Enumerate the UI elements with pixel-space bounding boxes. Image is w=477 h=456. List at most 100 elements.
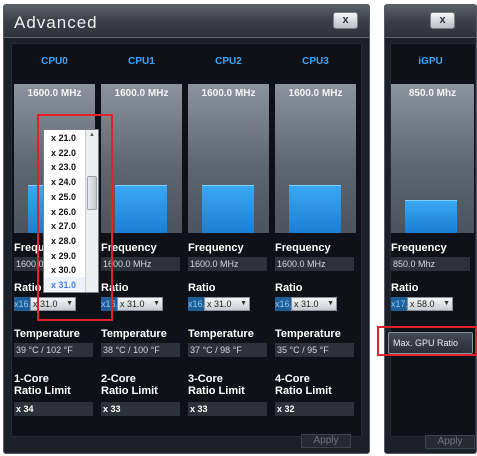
ratio-limit-value: x 33 (101, 402, 180, 416)
dropdown-option[interactable]: x 22.0 (51, 148, 76, 158)
gpu-panel: iGPU 850.0 Mhz Frequency 850.0 Mhz Ratio… (388, 43, 476, 437)
temperature-label: Temperature (101, 328, 167, 340)
ratio-limit-label: Ratio Limit (275, 385, 332, 397)
core-limit-label: 2-Core (101, 373, 136, 385)
frequency-label: Frequency (101, 242, 157, 254)
dropdown-option[interactable]: x 28.0 (51, 236, 76, 246)
dropdown-option[interactable]: x 29.0 (51, 251, 76, 261)
window-title: Advanced (14, 13, 98, 32)
ratio-select[interactable]: x 31.0 ▼ (204, 297, 250, 311)
ratio-dropdown-list[interactable]: ▲ x 21.0 x 22.0 x 23.0 x 24.0 x 25.0 x 26.0 x … (43, 129, 99, 293)
gpu-ratio-current: x17.0 (391, 297, 407, 311)
cpu-column-3: CPU3 1600.0 MHz Frequency 1600.0 MHz Rat… (273, 44, 358, 436)
cpu-column-1: CPU1 1600.0 MHz Frequency 1600.0 MHz Rat… (99, 44, 184, 436)
dropdown-option[interactable]: x 31.0 (51, 280, 76, 290)
dropdown-option[interactable]: x 26.0 (51, 207, 76, 217)
ratio-current: x16.0 (14, 297, 30, 311)
chevron-down-icon: ▼ (443, 300, 450, 307)
dropdown-scrollbar[interactable]: ▲ (85, 130, 98, 292)
gpu-gauge-bar (405, 200, 457, 233)
cpu-name: CPU0 (41, 56, 68, 67)
temperature-value: 35 °C / 95 °F (275, 343, 354, 357)
ratio-limit-value: x 34 (14, 402, 93, 416)
scrollbar-thumb[interactable] (87, 176, 97, 210)
gpu-column: iGPU 850.0 Mhz Frequency 850.0 Mhz Ratio… (391, 44, 476, 436)
cpu-gauge-bar (202, 185, 254, 233)
cpu-name: CPU3 (302, 56, 329, 67)
cpu-gauge-bar (289, 185, 341, 233)
core-limit-label: 3-Core (188, 373, 223, 385)
dropdown-option[interactable]: x 27.0 (51, 221, 76, 231)
temperature-value: 38 °C / 100 °F (101, 343, 180, 357)
temperature-value: 37 °C / 98 °F (188, 343, 267, 357)
scroll-up-icon[interactable]: ▲ (86, 132, 98, 138)
gpu-frequency-label: Frequency (391, 242, 447, 254)
chevron-down-icon: ▼ (66, 300, 73, 307)
gpu-window: x iGPU 850.0 Mhz Frequency 850.0 Mhz Rat… (384, 4, 477, 454)
frequency-label: Frequency (275, 242, 331, 254)
chevron-down-icon: ▼ (153, 300, 160, 307)
cpu-gauge-label: 1600.0 MHz (201, 88, 256, 99)
gpu-gauge: 850.0 Mhz (391, 84, 474, 233)
gpu-ratio-row: x17.0 x 58.0 ▼ (391, 297, 470, 311)
dropdown-option[interactable]: x 30.0 (51, 265, 76, 275)
ratio-limit-label: Ratio Limit (14, 385, 71, 397)
ratio-selected-value: x 31.0 (207, 299, 232, 309)
gpu-frequency-value: 850.0 Mhz (391, 257, 470, 271)
ratio-limit-value: x 33 (188, 402, 267, 416)
ratio-select[interactable]: x 31.0 ▼ (30, 297, 76, 311)
cpu-gauge: 1600.0 MHz (275, 84, 356, 233)
ratio-label: Ratio (275, 282, 303, 294)
ratio-limit-label: Ratio Limit (188, 385, 245, 397)
max-gpu-ratio-button[interactable]: Max. GPU Ratio (388, 332, 473, 354)
dropdown-option[interactable]: x 24.0 (51, 177, 76, 187)
ratio-current: x16.0 (275, 297, 291, 311)
frequency-value: 1600.0 MHz (101, 257, 180, 271)
gpu-ratio-selected-value: x 58.0 (410, 299, 435, 309)
cpu-name: CPU1 (128, 56, 155, 67)
ratio-current: x16.0 (188, 297, 204, 311)
ratio-label: Ratio (188, 282, 216, 294)
gpu-title-bar: x (385, 5, 476, 38)
ratio-selected-value: x 31.0 (33, 299, 58, 309)
gpu-apply-button[interactable]: Apply (425, 435, 475, 449)
dropdown-option[interactable]: x 25.0 (51, 192, 76, 202)
apply-button[interactable]: Apply (301, 434, 351, 448)
cpu-name: CPU2 (215, 56, 242, 67)
cpu-gauge-label: 1600.0 MHz (27, 88, 82, 99)
cpu-gauge-bar (115, 185, 167, 233)
gpu-name: iGPU (418, 56, 443, 67)
ratio-limit-value: x 32 (275, 402, 354, 416)
temperature-label: Temperature (188, 328, 254, 340)
gpu-close-button[interactable]: x (430, 12, 455, 29)
ratio-row: x16.0 x 31.0 ▼ (101, 297, 180, 311)
frequency-value: 1600.0 MHz (275, 257, 354, 271)
core-limit-label: 4-Core (275, 373, 310, 385)
ratio-row: x16.0 x 31.0 ▼ (188, 297, 267, 311)
chevron-down-icon: ▼ (327, 300, 334, 307)
ratio-row: x16.0 x 31.0 ▼ (14, 297, 93, 311)
title-bar: Advanced x (4, 5, 369, 38)
gpu-ratio-select[interactable]: x 58.0 ▼ (407, 297, 453, 311)
ratio-current: x16.0 (101, 297, 117, 311)
ratio-selected-value: x 31.0 (294, 299, 319, 309)
gpu-ratio-label: Ratio (391, 282, 419, 294)
frequency-label: Frequency (188, 242, 244, 254)
ratio-select[interactable]: x 31.0 ▼ (117, 297, 163, 311)
cpu-gauge: 1600.0 MHz (188, 84, 269, 233)
cpu-gauge-label: 1600.0 MHz (114, 88, 169, 99)
ratio-label: Ratio (101, 282, 129, 294)
dropdown-option[interactable]: x 23.0 (51, 162, 76, 172)
frequency-value: 1600.0 MHz (188, 257, 267, 271)
gpu-gauge-label: 850.0 Mhz (408, 88, 457, 99)
cpu-column-2: CPU2 1600.0 MHz Frequency 1600.0 MHz Rat… (186, 44, 271, 436)
ratio-label: Ratio (14, 282, 42, 294)
dropdown-option[interactable]: x 21.0 (51, 133, 76, 143)
ratio-select[interactable]: x 31.0 ▼ (291, 297, 337, 311)
temperature-label: Temperature (14, 328, 80, 340)
ratio-selected-value: x 31.0 (120, 299, 145, 309)
close-button[interactable]: x (333, 12, 358, 29)
ratio-row: x16.0 x 31.0 ▼ (275, 297, 354, 311)
temperature-label: Temperature (275, 328, 341, 340)
chevron-down-icon: ▼ (240, 300, 247, 307)
